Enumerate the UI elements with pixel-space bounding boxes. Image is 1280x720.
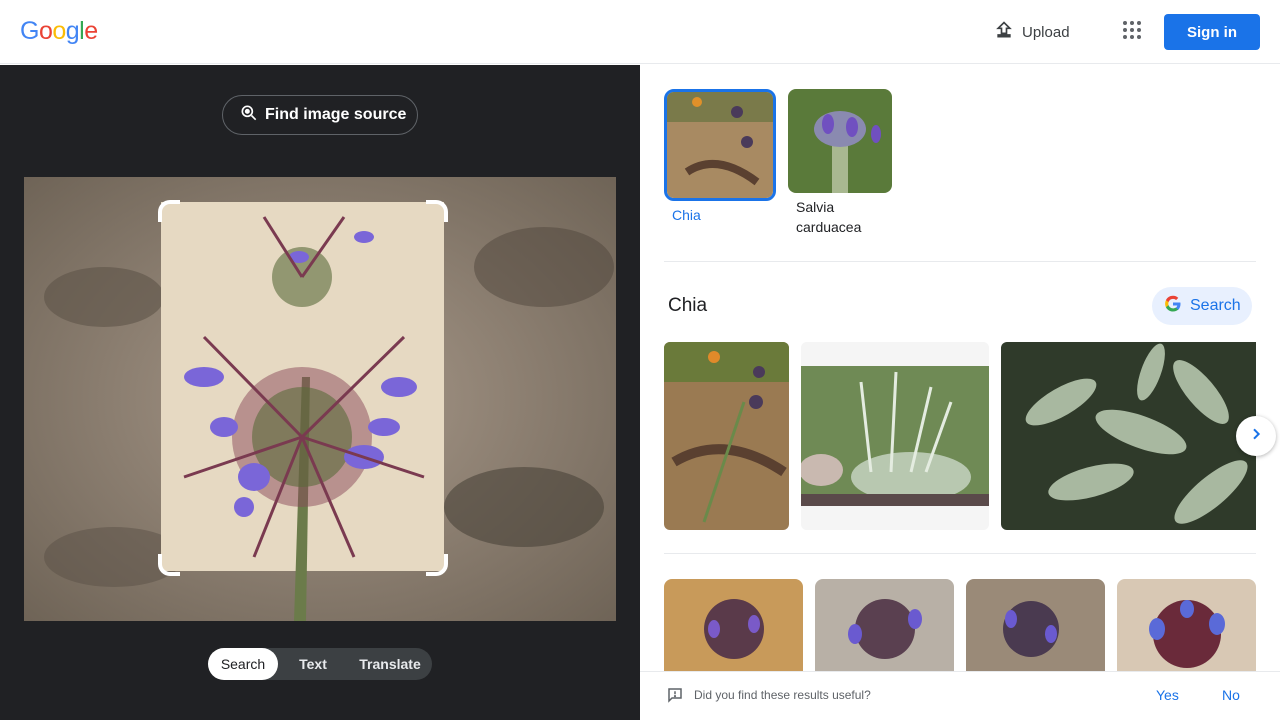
search-entity-button[interactable]: Search xyxy=(1152,287,1252,325)
tab-search[interactable]: Search xyxy=(208,648,278,680)
logo-letter: e xyxy=(84,17,98,45)
find-image-source-label: Find image source xyxy=(265,106,407,123)
result-image[interactable] xyxy=(815,579,954,671)
next-results-button[interactable] xyxy=(1236,416,1276,456)
result-image[interactable] xyxy=(966,579,1105,671)
google-logo[interactable]: Google xyxy=(20,17,98,46)
chip-chia[interactable]: Chia xyxy=(664,89,776,237)
tab-translate[interactable]: Translate xyxy=(348,648,432,680)
result-title: Chia xyxy=(668,295,708,316)
results-panel: Chia Salvia carduacea Chia Search Did yo… xyxy=(640,65,1280,720)
chip-thumbnail xyxy=(788,89,892,193)
image-preview-panel: Find image source Search Text Translate xyxy=(0,65,640,720)
apps-grid-icon xyxy=(1122,20,1142,45)
mode-tabs: Search Text Translate xyxy=(208,648,432,680)
divider xyxy=(664,261,1256,262)
entity-chips: Chia Salvia carduacea xyxy=(664,89,900,237)
chip-label: Chia xyxy=(672,207,701,223)
crop-handle-top-left[interactable] xyxy=(158,200,180,222)
result-image[interactable] xyxy=(1117,579,1256,671)
divider xyxy=(664,553,1256,554)
feedback-bar: Did you find these results useful? Yes N… xyxy=(640,671,1280,720)
result-image[interactable] xyxy=(664,579,803,671)
crop-handle-bottom-left[interactable] xyxy=(158,554,180,576)
result-image[interactable] xyxy=(1001,342,1256,530)
tab-text[interactable]: Text xyxy=(278,648,348,680)
logo-letter: g xyxy=(65,17,80,45)
chip-thumbnail xyxy=(664,89,776,201)
logo-letter: o xyxy=(38,17,53,45)
crop-handle-bottom-right[interactable] xyxy=(426,554,448,576)
upload-icon xyxy=(994,20,1014,44)
find-image-source-button[interactable]: Find image source xyxy=(222,95,418,135)
crop-handle-top-right[interactable] xyxy=(426,200,448,222)
sign-in-button[interactable]: Sign in xyxy=(1164,14,1260,50)
result-image[interactable] xyxy=(664,342,789,530)
crop-selection[interactable] xyxy=(158,200,448,576)
result-image[interactable] xyxy=(801,342,989,530)
lens-search-icon xyxy=(239,103,259,128)
logo-letter: o xyxy=(52,17,66,45)
feedback-question: Did you find these results useful? xyxy=(694,688,871,702)
feedback-yes-button[interactable]: Yes xyxy=(1156,687,1179,703)
search-entity-label: Search xyxy=(1190,297,1241,314)
chevron-right-icon xyxy=(1248,426,1264,447)
google-g-icon xyxy=(1164,295,1182,318)
upload-button[interactable]: Upload xyxy=(984,14,1074,50)
feedback-no-button[interactable]: No xyxy=(1222,687,1240,703)
logo-letter: G xyxy=(20,17,39,45)
chip-salvia-carduacea[interactable]: Salvia carduacea xyxy=(788,89,900,237)
chip-label: Salvia carduacea xyxy=(796,199,862,235)
feedback-icon xyxy=(666,686,684,709)
header: Google Upload Sign in xyxy=(0,0,1280,64)
upload-label: Upload xyxy=(1022,23,1070,41)
apps-button[interactable] xyxy=(1114,14,1150,50)
